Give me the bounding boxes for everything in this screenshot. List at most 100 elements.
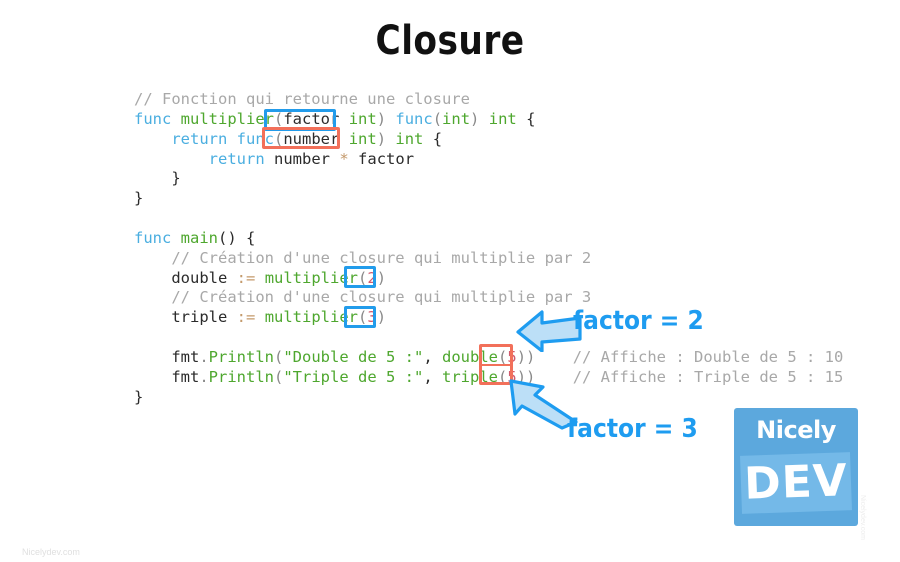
code-line: double := multiplier(2) [134, 269, 843, 289]
code-token: // Affiche : Triple de 5 : 15 [572, 367, 844, 386]
code-token: } [134, 387, 144, 406]
code-line: return number * factor [134, 150, 843, 170]
code-token: 2 [367, 268, 377, 287]
code-token: , [423, 347, 442, 366]
code-token: Println [208, 347, 274, 366]
code-token: triple [171, 308, 228, 327]
code-line: // Création d'une closure qui multiplie … [134, 249, 843, 269]
code-token: ( [498, 367, 508, 386]
code-token: } [134, 189, 144, 208]
code-token: factor [283, 109, 340, 128]
code-token: . [199, 367, 209, 386]
code-token: int [395, 129, 424, 148]
logo-text-dev: DEV [743, 455, 849, 510]
code-token: main [180, 228, 218, 247]
code-token: multiplier [180, 109, 274, 128]
code-token: ( [274, 129, 284, 148]
watermark-right-edge: Nicelydev.com [859, 495, 866, 540]
code-token: ) [376, 109, 387, 128]
watermark-bottom-left: Nicelydev.com [22, 547, 80, 557]
annotation-label-factor-2: factor = 2 [573, 306, 704, 336]
code-token: fmt [171, 347, 200, 366]
code-token: ( [274, 367, 284, 386]
code-token: double [171, 268, 228, 287]
code-token: ( [358, 308, 368, 327]
code-line: // Création d'une closure qui multiplie … [134, 288, 843, 308]
code-token: 3 [367, 308, 377, 327]
code-token: // Fonction qui retourne une closure [134, 90, 470, 108]
code-line: } [134, 169, 843, 189]
code-token: ( [274, 347, 284, 366]
code-line: } [134, 388, 843, 408]
code-token: func [134, 228, 172, 247]
code-token: func [236, 129, 274, 148]
code-token: ( [432, 109, 443, 128]
code-token: )) [516, 367, 536, 386]
code-token: ) [376, 268, 387, 287]
code-token: number [274, 149, 330, 168]
code-token: fmt [171, 367, 200, 386]
code-token: multiplier [264, 308, 359, 327]
code-token: multiplier [264, 268, 359, 287]
code-line: fmt.Println("Triple de 5 :", triple(5)) … [134, 368, 843, 388]
code-token: } [134, 169, 181, 188]
code-token: Println [208, 367, 274, 386]
code-token: int [488, 109, 517, 128]
code-token: // Création d'une closure qui multiplie … [171, 248, 592, 267]
code-token: { [516, 109, 536, 128]
page-title: Closure [375, 18, 525, 64]
code-token: triple [442, 367, 498, 386]
code-token: // Création d'une closure qui multiplie … [171, 288, 592, 307]
nicelydev-logo: Nicely DEV [734, 408, 858, 526]
code-token: "Triple de 5 :" [283, 367, 424, 386]
code-token: int [348, 109, 377, 128]
code-token: () { [218, 228, 256, 247]
code-token: . [199, 347, 209, 366]
code-token: 5 [507, 347, 517, 366]
code-token: ) [376, 129, 387, 148]
code-line: return func(number int) int { [134, 130, 843, 150]
code-token: 5 [507, 367, 517, 386]
code-token: double [442, 347, 498, 366]
code-token: { [423, 129, 443, 148]
annotation-label-factor-3: factor = 3 [567, 414, 698, 444]
code-token: * [339, 149, 349, 168]
code-token: := [236, 308, 256, 327]
code-token: ) [470, 109, 480, 128]
code-token: := [236, 268, 256, 287]
code-line: func multiplier(factor int) func(int) in… [134, 110, 843, 130]
code-line: triple := multiplier(3) [134, 308, 843, 328]
code-token: )) [516, 347, 536, 366]
code-token: func [134, 109, 172, 128]
code-token: ( [274, 109, 284, 128]
code-token: func [395, 109, 433, 128]
code-token: ) [376, 308, 387, 327]
code-line: // Fonction qui retourne une closure [134, 90, 843, 110]
code-block: // Fonction qui retourne une closure func… [134, 90, 843, 408]
code-token: factor [358, 149, 415, 168]
code-token: , [423, 367, 442, 386]
code-token: return [208, 149, 265, 168]
